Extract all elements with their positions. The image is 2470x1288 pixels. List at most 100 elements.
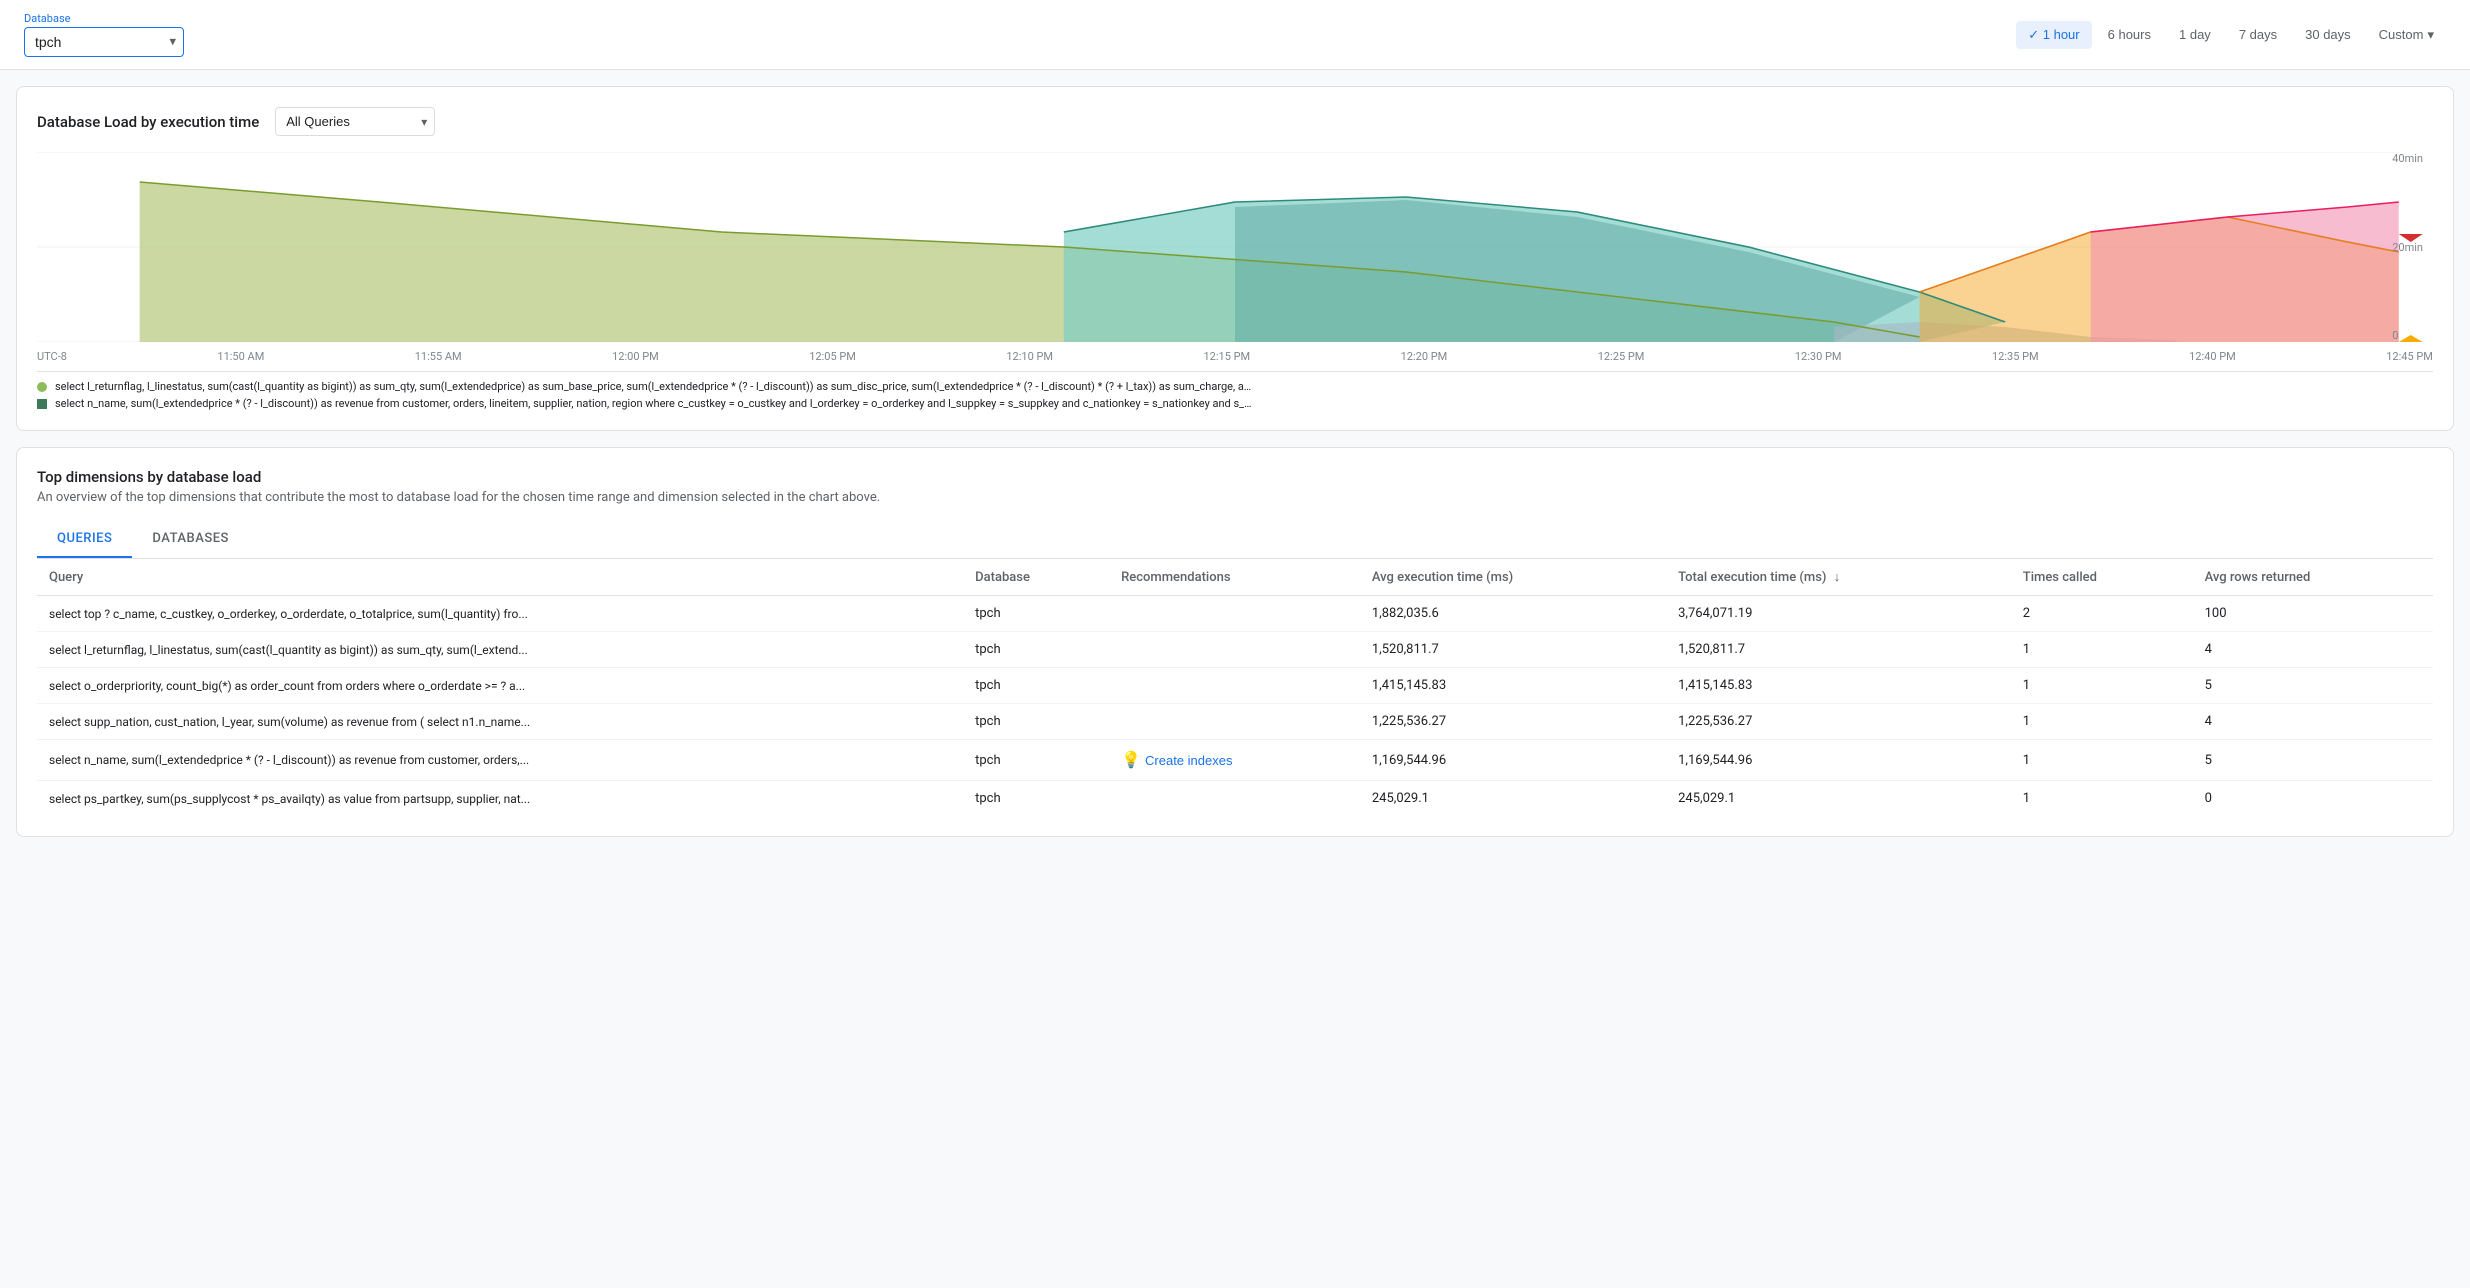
x-label-1150: 11:50 AM [217, 350, 264, 363]
table-row: select o_orderpriority, count_big(*) as … [37, 668, 2433, 704]
db-cell: tpch [963, 596, 1109, 632]
time-btn-custom[interactable]: Custom ▾ [2367, 21, 2446, 49]
db-selector-wrapper: Database tpch postgres mydb ▾ [24, 12, 184, 57]
query-cell: select supp_nation, cust_nation, l_year,… [37, 704, 963, 740]
rec-cell[interactable]: 💡 Create indexes [1109, 740, 1360, 781]
time-btn-1h[interactable]: ✓ 1 hour [2016, 21, 2091, 49]
custom-label: Custom [2379, 27, 2424, 42]
main-content: Database Load by execution time All Quer… [0, 70, 2470, 853]
col-query: Query [37, 559, 963, 596]
y-label-20min: 20min [2392, 241, 2423, 254]
x-label-1205: 12:05 PM [809, 350, 856, 363]
time-btn-1d[interactable]: 1 day [2167, 21, 2223, 48]
x-label-utc8: UTC-8 [37, 350, 67, 363]
db-cell: tpch [963, 781, 1109, 817]
time-btn-7d[interactable]: 7 days [2227, 21, 2289, 48]
avg-exec-cell: 1,169,544.96 [1360, 740, 1666, 781]
times-called-cell: 1 [2011, 704, 2193, 740]
time-btn-30d[interactable]: 30 days [2293, 21, 2363, 48]
db-cell: tpch [963, 704, 1109, 740]
x-axis-labels: UTC-8 11:50 AM 11:55 AM 12:00 PM 12:05 P… [37, 346, 2433, 371]
x-label-1240: 12:40 PM [2189, 350, 2236, 363]
query-filter-select[interactable]: All Queries Selected Query [275, 107, 435, 136]
db-select[interactable]: tpch postgres mydb [24, 27, 184, 57]
table-row: select ps_partkey, sum(ps_supplycost * p… [37, 781, 2433, 817]
avg-rows-cell: 0 [2193, 781, 2433, 817]
header: Database tpch postgres mydb ▾ ✓ 1 hour 6… [0, 0, 2470, 70]
create-indexes-label: Create indexes [1145, 753, 1232, 768]
total-exec-cell: 1,520,811.7 [1666, 632, 2011, 668]
legend-item-1: select l_returnflag, l_linestatus, sum(c… [37, 380, 2433, 393]
legend-text-1: select l_returnflag, l_linestatus, sum(c… [55, 380, 1255, 393]
avg-rows-cell: 4 [2193, 632, 2433, 668]
legend-color-2 [37, 399, 47, 409]
tab-queries[interactable]: QUERIES [37, 521, 132, 558]
legend-color-1 [37, 382, 47, 392]
section-title: Top dimensions by database load [37, 468, 2433, 486]
times-called-cell: 1 [2011, 781, 2193, 817]
check-icon: ✓ [2028, 27, 2043, 42]
db-cell: tpch [963, 740, 1109, 781]
table-row: select n_name, sum(l_extendedprice * (? … [37, 740, 2433, 781]
rec-cell [1109, 704, 1360, 740]
times-called-cell: 1 [2011, 668, 2193, 704]
x-label-1225: 12:25 PM [1598, 350, 1645, 363]
time-range-nav: ✓ 1 hour 6 hours 1 day 7 days 30 days Cu… [2016, 21, 2446, 49]
total-exec-cell: 1,415,145.83 [1666, 668, 2011, 704]
avg-rows-cell: 4 [2193, 704, 2433, 740]
chart-legend: select l_returnflag, l_linestatus, sum(c… [37, 371, 2433, 410]
x-label-1245: 12:45 PM [2386, 350, 2433, 363]
avg-rows-cell: 100 [2193, 596, 2433, 632]
rec-cell [1109, 632, 1360, 668]
tabs: QUERIES DATABASES [37, 521, 2433, 559]
avg-exec-cell: 1,520,811.7 [1360, 632, 1666, 668]
col-total-exec[interactable]: Total execution time (ms) ↓ [1666, 559, 2011, 596]
tab-databases[interactable]: DATABASES [132, 521, 249, 558]
db-cell: tpch [963, 668, 1109, 704]
avg-rows-cell: 5 [2193, 740, 2433, 781]
col-recommendations: Recommendations [1109, 559, 1360, 596]
query-filter-wrapper: All Queries Selected Query ▾ [275, 107, 435, 136]
lightbulb-icon: 💡 [1121, 750, 1141, 770]
queries-table: Query Database Recommendations Avg execu… [37, 559, 2433, 816]
avg-exec-cell: 245,029.1 [1360, 781, 1666, 817]
x-label-1210: 12:10 PM [1006, 350, 1053, 363]
times-called-cell: 2 [2011, 596, 2193, 632]
db-select-container: tpch postgres mydb ▾ [24, 27, 184, 57]
y-label-40min: 40min [2392, 152, 2423, 165]
table-header: Query Database Recommendations Avg execu… [37, 559, 2433, 596]
x-label-1200: 12:00 PM [612, 350, 659, 363]
y-axis-labels: 40min 20min 0 [2392, 152, 2423, 342]
chart-card: Database Load by execution time All Quer… [16, 86, 2454, 431]
total-exec-cell: 1,225,536.27 [1666, 704, 2011, 740]
time-btn-6h[interactable]: 6 hours [2096, 21, 2163, 48]
rec-cell [1109, 668, 1360, 704]
chart-svg [37, 152, 2433, 342]
total-exec-cell: 3,764,071.19 [1666, 596, 2011, 632]
custom-arrow-icon: ▾ [2427, 27, 2434, 43]
col-avg-exec: Avg execution time (ms) [1360, 559, 1666, 596]
query-cell: select n_name, sum(l_extendedprice * (? … [37, 740, 963, 781]
chart-header: Database Load by execution time All Quer… [37, 107, 2433, 136]
y-label-0: 0 [2392, 329, 2423, 342]
db-cell: tpch [963, 632, 1109, 668]
section-desc: An overview of the top dimensions that c… [37, 490, 2433, 505]
x-label-1220: 12:20 PM [1401, 350, 1448, 363]
chart-area-pink [2091, 202, 2399, 342]
legend-item-2: select n_name, sum(l_extendedprice * (? … [37, 397, 2433, 410]
times-called-cell: 1 [2011, 740, 2193, 781]
x-label-1215: 12:15 PM [1203, 350, 1250, 363]
total-exec-cell: 1,169,544.96 [1666, 740, 2011, 781]
col-database: Database [963, 559, 1109, 596]
rec-cell [1109, 781, 1360, 817]
query-cell: select top ? c_name, c_custkey, o_orderk… [37, 596, 963, 632]
table-row: select top ? c_name, c_custkey, o_orderk… [37, 596, 2433, 632]
table-header-row: Query Database Recommendations Avg execu… [37, 559, 2433, 596]
x-label-1235: 12:35 PM [1992, 350, 2039, 363]
avg-exec-cell: 1,225,536.27 [1360, 704, 1666, 740]
rec-cell [1109, 596, 1360, 632]
legend-text-2: select n_name, sum(l_extendedprice * (? … [55, 397, 1255, 410]
create-indexes-button[interactable]: 💡 Create indexes [1121, 750, 1232, 770]
x-label-1230: 12:30 PM [1795, 350, 1842, 363]
chart-title: Database Load by execution time [37, 113, 259, 131]
